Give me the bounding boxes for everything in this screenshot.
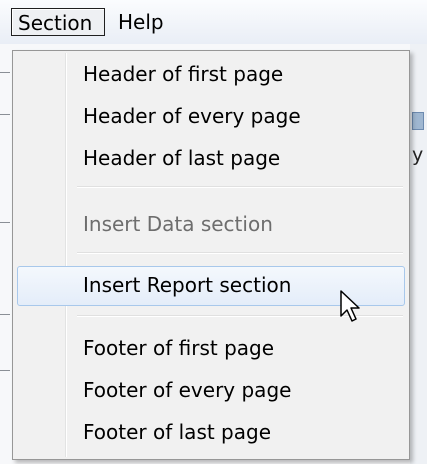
menu-section[interactable]: Section — [11, 8, 105, 36]
menu-separator — [77, 252, 403, 254]
section-menu-dropdown: Header of first page Header of every pag… — [12, 50, 410, 460]
menu-item-footer-last-page[interactable]: Footer of last page — [17, 413, 405, 451]
background-divider — [0, 114, 10, 115]
menu-item-footer-first-page[interactable]: Footer of first page — [17, 329, 405, 367]
background-divider — [0, 314, 10, 315]
background-divider — [0, 370, 10, 371]
menu-item-header-last-page[interactable]: Header of last page — [17, 139, 405, 177]
menu-item-insert-data-section: Insert Data section — [83, 212, 273, 236]
background-tab-icon — [412, 112, 424, 130]
mouse-pointer-icon — [340, 290, 360, 322]
background-edge — [410, 44, 427, 464]
menu-help[interactable]: Help — [112, 8, 182, 36]
menu-bar: Section Help — [0, 0, 427, 45]
background-edge-text: y — [412, 144, 424, 166]
menu-item-header-first-page[interactable]: Header of first page — [17, 55, 405, 93]
menu-item-footer-every-page[interactable]: Footer of every page — [17, 371, 405, 409]
background-divider — [0, 222, 10, 223]
menu-item-header-every-page[interactable]: Header of every page — [17, 97, 405, 135]
background-divider — [0, 72, 10, 73]
menu-separator — [77, 186, 403, 188]
